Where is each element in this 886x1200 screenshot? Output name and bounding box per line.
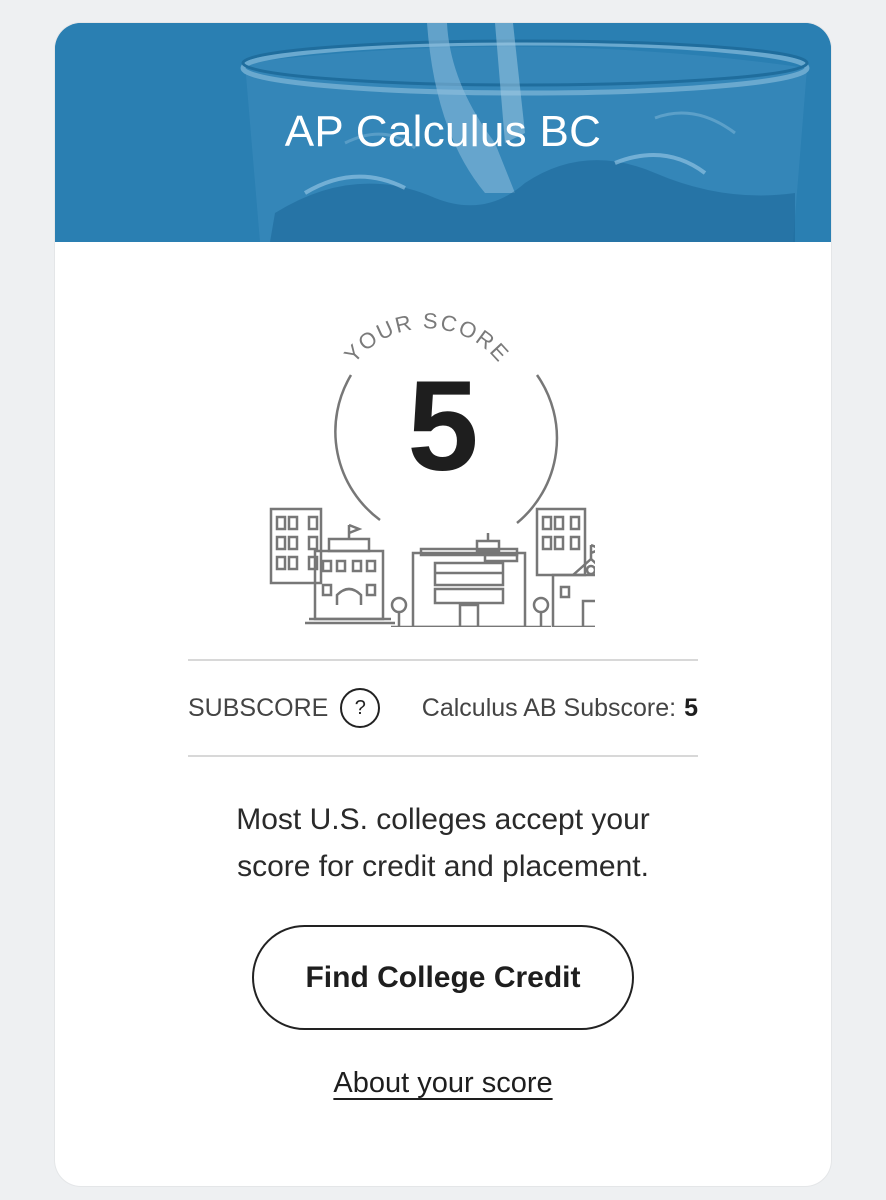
card-header: AP Calculus BC [55,23,831,242]
about-your-score-link[interactable]: About your score [55,1067,831,1100]
score-value: 5 [407,355,479,498]
find-college-credit-button[interactable]: Find College Credit [252,925,634,1030]
subscore-value: 5 [684,693,698,722]
help-icon-button[interactable]: ? [340,688,381,728]
score-card: AP Calculus BC YOUR SCORE 5 SUBSCORE ? C… [55,23,831,1186]
divider-bottom [188,755,698,757]
credit-message-line-2: score for credit and placement. [237,850,649,883]
credit-message-line-1: Most U.S. colleges accept your [236,803,650,836]
college-buildings-icon [269,507,595,627]
course-title: AP Calculus BC [284,107,602,156]
subscore-row: SUBSCORE ? Calculus AB Subscore: 5 [188,688,698,728]
subscore-description: Calculus AB Subscore: [421,693,677,722]
divider-top [188,659,698,661]
question-mark-icon: ? [354,696,366,719]
subscore-label: SUBSCORE [188,693,329,722]
credit-message: Most U.S. colleges accept your score for… [55,796,831,890]
